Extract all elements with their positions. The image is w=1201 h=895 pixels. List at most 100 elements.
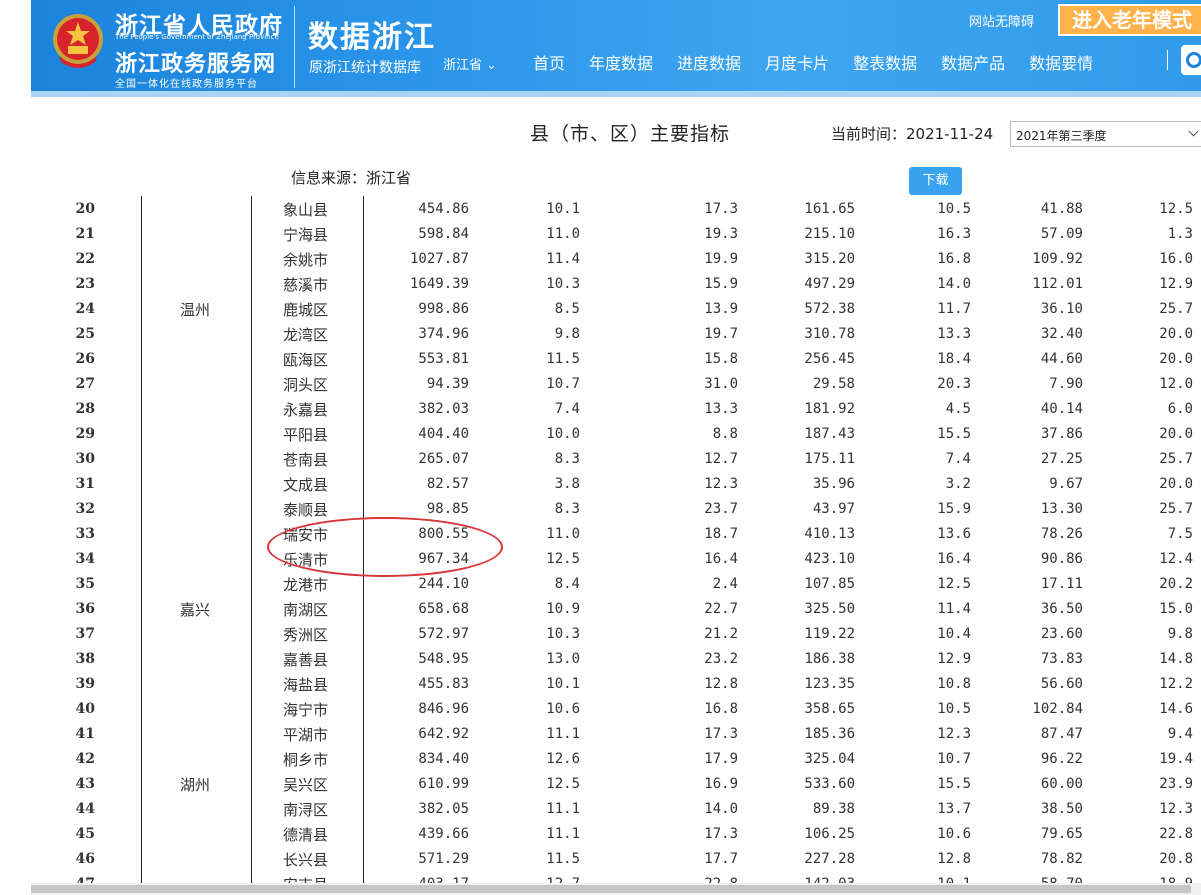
table-row: 33 瑞安市 800.55 11.0 18.7 410.13 13.6 78.26 7.5 [0,521,1201,546]
table-row: 29 平阳县 404.40 10.0 8.8 187.43 15.5 37.86 20.0 [0,421,1201,446]
period-select[interactable]: 2021年第三季度 [1010,121,1201,147]
county-name: 苍南县 [283,451,329,469]
table-cell: 533.60 [804,776,855,792]
table-cell: 109.92 [1032,251,1083,267]
table-cell: 215.10 [804,226,855,242]
national-emblem-icon [53,14,103,68]
nav-item-home[interactable]: 首页 [521,50,577,74]
table-cell: 12.0 [1159,376,1193,392]
table-cell: 17.3 [704,201,738,217]
row-number: 36 [75,601,95,617]
table-row: 30 苍南县 265.07 8.3 12.7 175.11 7.4 27.25 25.7 [0,446,1201,471]
table-cell: 10.3 [546,276,580,292]
county-name: 泰顺县 [283,501,329,519]
table-cell: 10.6 [937,826,971,842]
nav-item-monthly[interactable]: 月度卡片 [753,50,841,74]
table-cell: 10.7 [546,376,580,392]
elder-mode-button[interactable]: 进入老年模式 [1058,4,1201,36]
table-cell: 10.5 [937,701,971,717]
table-row: 23 慈溪市 1649.39 10.3 15.9 497.29 14.0 112.01 12.9 [0,271,1201,296]
table-cell: 382.03 [418,401,469,417]
table-cell: 12.6 [546,751,580,767]
table-cell: 610.99 [418,776,469,792]
table-cell: 98.85 [426,501,469,517]
nav-item-highlights[interactable]: 数据要情 [1017,50,1105,74]
county-name: 象山县 [283,201,329,219]
accessibility-link[interactable]: 网站无障碍 [969,11,1034,30]
page-title: 县（市、区）主要指标 [530,123,731,145]
table-row: 42 桐乡市 834.40 12.6 17.9 325.04 10.7 96.22 19.4 [0,746,1201,771]
row-number: 24 [75,301,95,317]
table-row: 28 永嘉县 382.03 7.4 13.3 181.92 4.5 40.14 6.0 [0,396,1201,421]
table-cell: 60.00 [1040,776,1083,792]
table-cell: 17.7 [704,851,738,867]
table-cell: 13.3 [704,401,738,417]
county-name: 德清县 [283,826,329,844]
table-row: 34 乐清市 967.34 12.5 16.4 423.10 16.4 90.86 12.4 [0,546,1201,571]
table-cell: 107.85 [804,576,855,592]
table-cell: 8.8 [712,426,738,442]
nav-item-progress[interactable]: 进度数据 [665,50,753,74]
table-cell: 19.7 [704,326,738,342]
table-cell: 10.1 [937,876,971,883]
nav-item-tables[interactable]: 整表数据 [841,50,929,74]
gov-subtitle: 全国一体化在线政务服务平台 [115,79,258,90]
county-name: 桐乡市 [283,751,329,769]
row-number: 23 [75,276,95,292]
table-cell: 10.6 [546,701,580,717]
table-cell: 834.40 [418,751,469,767]
table-row: 27 洞头区 94.39 10.7 31.0 29.58 20.3 7.90 12.0 [0,371,1201,396]
row-number: 33 [75,526,95,542]
table-cell: 9.8 [1167,626,1193,642]
table-cell: 161.65 [804,201,855,217]
table-cell: 78.26 [1040,526,1083,542]
table-cell: 227.28 [804,851,855,867]
search-icon [1186,52,1201,68]
table-cell: 410.13 [804,526,855,542]
table-cell: 119.22 [804,626,855,642]
table-cell: 7.90 [1049,376,1083,392]
county-name: 余姚市 [283,251,329,269]
table-cell: 12.7 [546,876,580,883]
table-cell: 57.09 [1040,226,1083,242]
nav-item-annual[interactable]: 年度数据 [577,50,665,74]
table-cell: 17.3 [704,726,738,742]
table-cell: 11.0 [546,226,580,242]
row-number: 27 [75,376,95,392]
table-cell: 14.0 [937,276,971,292]
table-cell: 572.38 [804,301,855,317]
table-cell: 439.66 [418,826,469,842]
highlight-ellipse [267,517,503,577]
nav-item-products[interactable]: 数据产品 [929,50,1017,74]
table-cell: 20.2 [1159,576,1193,592]
info-source: 信息来源：浙江省 [291,169,412,187]
table-cell: 87.47 [1040,726,1083,742]
table-cell: 403.17 [418,876,469,883]
table-cell: 10.5 [937,201,971,217]
table-cell: 12.5 [937,576,971,592]
county-name: 吴兴区 [283,776,329,794]
row-number: 42 [75,751,95,767]
county-name: 瓯海区 [283,351,329,369]
table-cell: 12.5 [546,776,580,792]
brand-title[interactable]: 数据浙江 [308,12,436,56]
table-cell: 325.04 [804,751,855,767]
table-cell: 19.3 [704,226,738,242]
table-cell: 90.86 [1040,551,1083,567]
table-cell: 15.9 [704,276,738,292]
table-cell: 181.92 [804,401,855,417]
row-number: 28 [75,401,95,417]
gov-service-name[interactable]: 浙江政务服务网 [115,46,276,78]
county-name: 安吉县 [283,874,328,883]
table-cell: 19.9 [704,251,738,267]
table-cell: 18.4 [937,351,971,367]
table-cell: 40.14 [1040,401,1083,417]
table-cell: 22.7 [704,601,738,617]
table-cell: 17.3 [704,826,738,842]
table-cell: 16.8 [937,251,971,267]
scrollbar-thumb[interactable] [31,885,1191,893]
county-name: 龙湾区 [283,326,329,344]
table-cell: 11.0 [546,526,580,542]
region-selector[interactable]: 浙江省 ⌄ [443,54,497,73]
download-button[interactable]: 下载 [909,167,962,195]
